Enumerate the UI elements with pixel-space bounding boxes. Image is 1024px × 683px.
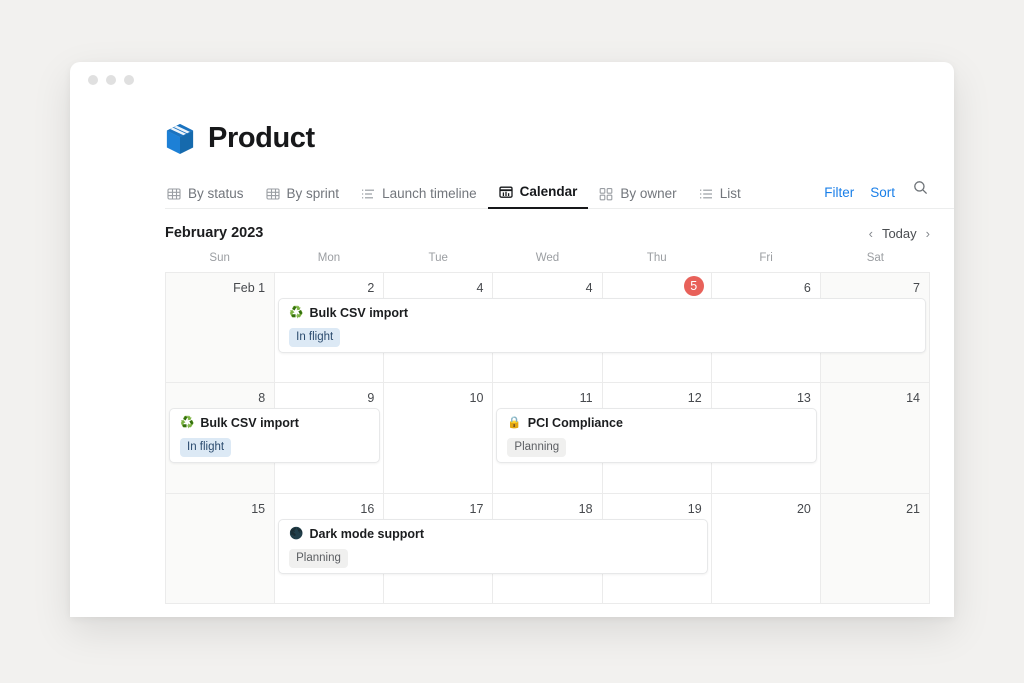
calendar-week-row: 15 16 17 18 19 20 21 🌑 Dark mode support Planning — [166, 494, 930, 604]
chevron-right-icon[interactable]: › — [926, 226, 930, 241]
day-of-week-header: Sun Mon Tue Wed Thu Fri Sat — [165, 252, 930, 272]
recycle-icon: ♻️ — [289, 308, 303, 320]
day-number: 18 — [579, 502, 593, 516]
tab-label: Calendar — [520, 184, 578, 199]
calendar-day-cell[interactable]: 14 — [821, 383, 930, 494]
tab-by-sprint[interactable]: By sprint — [255, 186, 351, 209]
calendar-event[interactable]: ♻️ Bulk CSV import In flight — [169, 408, 380, 463]
calendar-week-row: 8 9 10 11 12 13 14 ♻️ Bulk CSV import In flight 🔒 P… — [166, 383, 930, 494]
calendar-day-cell[interactable]: Feb 1 — [166, 273, 275, 383]
app-content: Product By status — [70, 98, 954, 604]
dow-label: Mon — [274, 252, 383, 272]
day-number: 21 — [906, 502, 920, 516]
tab-label: Launch timeline — [382, 186, 477, 201]
day-number: 8 — [258, 391, 265, 405]
table-grid-icon — [266, 187, 280, 201]
tab-label: By sprint — [287, 186, 340, 201]
day-number: 13 — [797, 391, 811, 405]
table-grid-icon — [167, 187, 181, 201]
tab-calendar[interactable]: Calendar — [488, 184, 589, 209]
screen: Product By status — [0, 0, 1024, 683]
today-button[interactable]: Today — [882, 226, 917, 241]
day-number: Feb 1 — [233, 281, 265, 295]
event-title: Bulk CSV import — [200, 416, 299, 431]
recycle-icon: ♻️ — [180, 418, 194, 430]
calendar-grid: Feb 1 2 4 4 5 6 7 ♻️ Bulk CSV import In flight 8 9 1… — [165, 272, 930, 604]
calendar-day-cell[interactable]: 15 — [166, 494, 275, 604]
calendar-month-label: February 2023 — [165, 225, 263, 241]
status-badge: In flight — [180, 438, 231, 457]
day-number: 12 — [688, 391, 702, 405]
tab-launch-timeline[interactable]: Launch timeline — [350, 186, 488, 209]
dow-label: Wed — [493, 252, 602, 272]
board-grid-icon — [599, 187, 613, 201]
event-title-row: 🌑 Dark mode support — [289, 527, 697, 542]
calendar-nav: ‹ Today › — [869, 226, 930, 241]
tab-by-owner[interactable]: By owner — [588, 186, 687, 209]
view-tabs: By status By sprint — [165, 178, 954, 209]
app-window: Product By status — [70, 62, 954, 617]
day-number: 17 — [470, 502, 484, 516]
page-title: Product — [208, 122, 315, 155]
event-title-row: ♻️ Bulk CSV import — [289, 306, 915, 321]
sort-button[interactable]: Sort — [862, 185, 903, 208]
calendar: Sun Mon Tue Wed Thu Fri Sat Feb 1 2 4 4 5 6 7 ♻… — [165, 252, 930, 604]
day-number: 9 — [367, 391, 374, 405]
day-number: 4 — [586, 281, 593, 295]
day-number: 10 — [470, 391, 484, 405]
dow-label: Fri — [711, 252, 820, 272]
dow-label: Thu — [602, 252, 711, 272]
tab-label: By status — [188, 186, 244, 201]
dow-label: Tue — [384, 252, 493, 272]
list-icon — [699, 187, 713, 201]
day-number: 7 — [913, 281, 920, 295]
dow-label: Sat — [821, 252, 930, 272]
calendar-week-row: Feb 1 2 4 4 5 6 7 ♻️ Bulk CSV import In flight — [166, 273, 930, 383]
tab-label: List — [720, 186, 741, 201]
event-title: PCI Compliance — [528, 416, 623, 431]
day-number: 15 — [251, 502, 265, 516]
day-number: 4 — [476, 281, 483, 295]
calendar-event[interactable]: ♻️ Bulk CSV import In flight — [278, 298, 926, 353]
calendar-event[interactable]: 🔒 PCI Compliance Planning — [496, 408, 816, 463]
status-badge: Planning — [289, 549, 348, 568]
lock-icon: 🔒 — [507, 418, 521, 430]
window-close-button[interactable] — [88, 75, 98, 85]
calendar-event[interactable]: 🌑 Dark mode support Planning — [278, 519, 708, 574]
app-header: Product — [70, 98, 954, 155]
today-date-badge: 5 — [684, 276, 704, 296]
day-number: 11 — [580, 391, 593, 405]
calendar-icon — [499, 185, 513, 199]
day-number: 19 — [688, 502, 702, 516]
status-badge: Planning — [507, 438, 566, 457]
day-number: 2 — [367, 281, 374, 295]
day-number: 14 — [906, 391, 920, 405]
timeline-icon — [361, 187, 375, 201]
tab-list[interactable]: List — [688, 186, 752, 209]
calendar-day-cell[interactable]: 20 — [712, 494, 821, 604]
window-maximize-button[interactable] — [124, 75, 134, 85]
event-title: Bulk CSV import — [309, 306, 408, 321]
calendar-toolbar: February 2023 ‹ Today › — [165, 225, 930, 241]
calendar-day-cell[interactable]: 21 — [821, 494, 930, 604]
day-number: 20 — [797, 502, 811, 516]
crescent-moon-icon: 🌑 — [289, 529, 303, 541]
tab-label: By owner — [620, 186, 676, 201]
dow-label: Sun — [165, 252, 274, 272]
event-title: Dark mode support — [309, 527, 424, 542]
calendar-day-cell[interactable]: 10 — [384, 383, 493, 494]
search-icon[interactable] — [903, 180, 930, 208]
day-number: 6 — [804, 281, 811, 295]
package-box-icon — [165, 123, 195, 155]
event-title-row: 🔒 PCI Compliance — [507, 416, 805, 431]
day-number: 16 — [360, 502, 374, 516]
chevron-left-icon[interactable]: ‹ — [869, 226, 873, 241]
tab-by-status[interactable]: By status — [165, 186, 255, 209]
window-titlebar — [70, 62, 954, 98]
filter-button[interactable]: Filter — [816, 185, 862, 208]
status-badge: In flight — [289, 328, 340, 347]
event-title-row: ♻️ Bulk CSV import — [180, 416, 369, 431]
window-minimize-button[interactable] — [106, 75, 116, 85]
